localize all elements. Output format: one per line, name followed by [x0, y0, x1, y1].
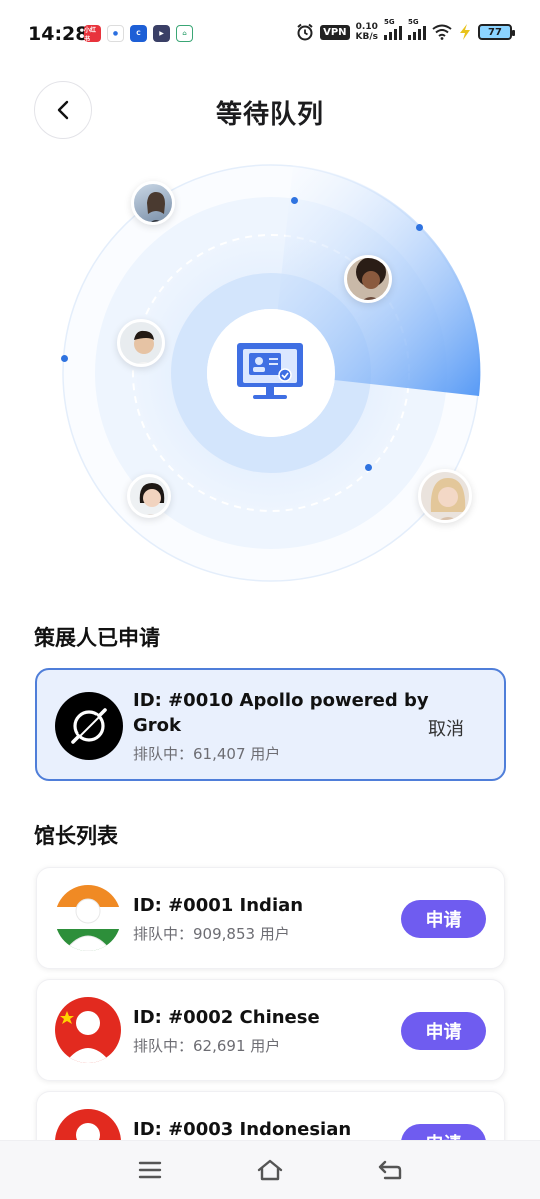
monitor-icon	[237, 343, 303, 399]
radar-dot	[291, 197, 298, 204]
c-app-icon: C	[130, 25, 147, 42]
signal-type: 5G	[408, 18, 419, 26]
radar-dot	[61, 355, 68, 362]
paw-app-icon: ●	[107, 25, 124, 42]
curator-id: ID: #0001 Indian	[133, 895, 304, 916]
alarm-icon	[297, 23, 313, 41]
curator-card[interactable]: ID: #0001 Indian 排队中：909,853 用户 申请	[36, 867, 505, 969]
apply-button[interactable]: 申请	[401, 1012, 486, 1050]
cancel-button[interactable]: 取消	[428, 715, 464, 741]
user-avatar	[344, 255, 392, 303]
curator-list-title: 馆长列表	[34, 824, 118, 848]
queue-status: 排队中：61,407 用户	[133, 745, 281, 763]
grok-logo-icon	[55, 692, 123, 760]
india-flag-avatar-icon	[55, 885, 121, 951]
app-notification-icon: 小红书	[84, 25, 101, 43]
speed-unit: KB/s	[355, 32, 378, 42]
applied-curator-card: ID: #0010 Apollo powered by Grok 排队中：61,…	[35, 668, 506, 781]
charging-icon	[460, 24, 470, 40]
user-avatar	[117, 319, 165, 367]
status-bar: 14:28 小红书 ● C ▶ ⌂ VPN 0.10 KB/s 5G 5G 77	[0, 0, 540, 70]
signal-type: 5G	[384, 18, 395, 26]
radar-dot	[365, 464, 372, 471]
queue-status: 排队中：62,691 用户	[133, 1037, 281, 1055]
queue-status: 排队中：909,853 用户	[133, 925, 290, 943]
user-avatar	[418, 469, 472, 523]
status-time: 14:28	[28, 23, 89, 45]
page-title: 等待队列	[215, 100, 324, 130]
menu-icon[interactable]	[135, 1155, 165, 1185]
radar-dot	[416, 224, 423, 231]
back-nav-icon[interactable]	[375, 1155, 405, 1185]
battery-icon: 77	[478, 24, 515, 40]
user-avatar	[127, 474, 171, 518]
china-flag-avatar-icon	[55, 997, 121, 1063]
vpn-badge: VPN	[320, 24, 350, 40]
queue-radar	[45, 160, 495, 590]
signal-icon: 5G	[384, 18, 402, 40]
home-app-icon: ⌂	[176, 25, 193, 42]
curator-id-line1: ID: #0010 Apollo powered by	[133, 690, 429, 711]
curator-id: ID: #0002 Chinese	[133, 1007, 320, 1028]
curator-id-line2: Grok	[133, 715, 181, 736]
wifi-icon	[432, 24, 452, 40]
user-avatar	[131, 181, 175, 225]
speed-value: 0.10	[355, 22, 378, 32]
notification-icons: 小红书 ● C ▶ ⌂	[84, 25, 193, 43]
home-icon[interactable]	[255, 1155, 285, 1185]
network-speed: 0.10 KB/s	[356, 22, 378, 42]
applied-section-title: 策展人已申请	[34, 626, 160, 650]
play-app-icon: ▶	[153, 25, 170, 42]
curator-card[interactable]: ID: #0002 Chinese 排队中：62,691 用户 申请	[36, 979, 505, 1081]
apply-button[interactable]: 申请	[401, 900, 486, 938]
signal-icon: 5G	[408, 18, 426, 40]
system-nav-bar	[0, 1140, 540, 1199]
curator-id: ID: #0003 Indonesian	[133, 1119, 352, 1140]
